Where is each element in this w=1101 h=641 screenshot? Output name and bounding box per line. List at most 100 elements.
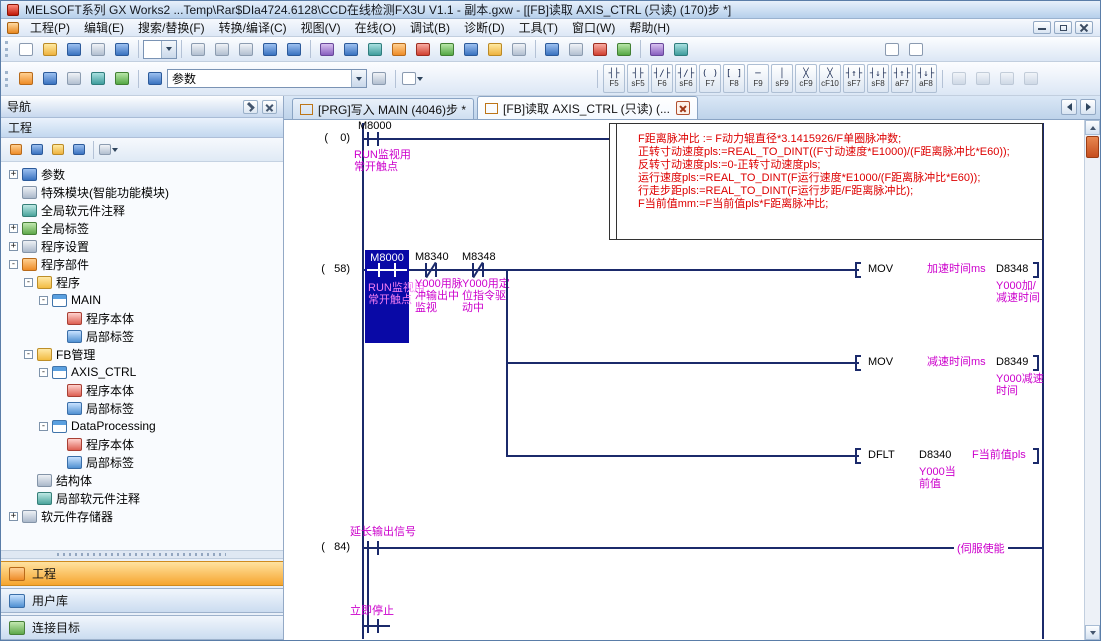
menu-view[interactable]: 视图(V) <box>294 18 348 37</box>
nav-button-user-library[interactable]: 用户库 <box>1 588 283 613</box>
statement-display-icon[interactable] <box>87 69 109 89</box>
contact-m8340[interactable] <box>424 263 438 277</box>
combo-arrow-icon[interactable] <box>351 70 366 87</box>
tree-item-dp-body[interactable]: 程序本体 <box>1 435 283 453</box>
save-project-icon[interactable] <box>63 39 85 59</box>
find-icon[interactable] <box>144 69 166 89</box>
project-section-header[interactable]: 工程 <box>1 118 283 138</box>
tree-item-axis-body[interactable]: 程序本体 <box>1 381 283 399</box>
filter-icon[interactable] <box>99 141 118 159</box>
rebuild-all-icon[interactable] <box>670 39 692 59</box>
tree-item-dp-label[interactable]: 局部标签 <box>1 453 283 471</box>
print-icon[interactable] <box>87 39 109 59</box>
menu-help[interactable]: 帮助(H) <box>622 18 677 37</box>
toolbar-grip[interactable] <box>5 41 9 57</box>
remote-operation-icon[interactable] <box>412 39 434 59</box>
search-next-icon[interactable] <box>368 69 390 89</box>
close-branch-key[interactable]: ┤/├sF6 <box>675 64 697 93</box>
cascade-windows-icon[interactable] <box>881 39 903 59</box>
cut-icon[interactable] <box>187 39 209 59</box>
instruction-dflt[interactable]: DFLT <box>868 449 895 461</box>
expander-icon[interactable]: + <box>9 224 18 233</box>
delete-hline-key[interactable]: ╳cF9 <box>795 64 817 93</box>
nav-button-project[interactable]: 工程 <box>1 561 283 586</box>
menu-window[interactable]: 窗口(W) <box>565 18 622 37</box>
comment-display-icon[interactable] <box>63 69 85 89</box>
tree-item-special-module[interactable]: 特殊模块(智能功能模块) <box>1 183 283 201</box>
rising-pulse-key[interactable]: ┤↑├sF7 <box>843 64 865 93</box>
nav-button-connection[interactable]: 连接目标 <box>1 615 283 640</box>
tree-item-program-setting[interactable]: +程序设置 <box>1 237 283 255</box>
undo-icon[interactable] <box>259 39 281 59</box>
verify-with-plc-icon[interactable] <box>388 39 410 59</box>
watch-window-icon[interactable] <box>565 39 587 59</box>
open-branch-key[interactable]: ┤├sF5 <box>627 64 649 93</box>
falling-pulse-key[interactable]: ┤↓├sF8 <box>867 64 889 93</box>
close-panel-icon[interactable] <box>262 100 277 114</box>
horizontal-line-key[interactable]: ─F9 <box>747 64 769 93</box>
zoom-select-icon[interactable] <box>401 69 423 89</box>
tree-item-main-body[interactable]: 程序本体 <box>1 309 283 327</box>
menu-compile[interactable]: 转换/编译(C) <box>212 18 294 37</box>
sort-icon[interactable] <box>27 141 46 159</box>
program-check-icon[interactable] <box>613 39 635 59</box>
tree-item-main[interactable]: -MAIN <box>1 291 283 309</box>
menu-online[interactable]: 在线(O) <box>348 18 403 37</box>
scroll-up-icon[interactable] <box>1085 120 1100 135</box>
contact-stop[interactable] <box>366 619 380 633</box>
expander-icon[interactable]: - <box>39 422 48 431</box>
device-search-combo[interactable]: 参数 <box>167 69 367 88</box>
open-contact-key[interactable]: ┤├F5 <box>603 64 625 93</box>
tree-item-main-label[interactable]: 局部标签 <box>1 327 283 345</box>
note-display-icon[interactable] <box>111 69 133 89</box>
tree-item-axis-label[interactable]: 局部标签 <box>1 399 283 417</box>
inline-st-box[interactable]: F距离脉冲比 := F动力辊直径*3.1415926/F单圈脉冲数; 正转寸动速… <box>609 123 1043 240</box>
contact-m8348[interactable] <box>471 263 485 277</box>
tree-item-axis-ctrl[interactable]: -AXIS_CTRL <box>1 363 283 381</box>
toolbar-grip[interactable] <box>5 71 9 87</box>
expander-icon[interactable]: - <box>39 296 48 305</box>
menu-project[interactable]: 工程(P) <box>23 18 77 37</box>
instruction-mov2[interactable]: MOV <box>868 356 893 368</box>
list-view-icon[interactable] <box>39 69 61 89</box>
help-icon[interactable] <box>111 39 133 59</box>
start-monitor-icon[interactable] <box>484 39 506 59</box>
copy-icon[interactable] <box>211 39 233 59</box>
read-from-plc-icon[interactable] <box>364 39 386 59</box>
rising-pulse-branch-key[interactable]: ┤↑├aF7 <box>891 64 913 93</box>
menu-edit[interactable]: 编辑(E) <box>77 18 131 37</box>
edit-mode-icon[interactable] <box>948 69 970 89</box>
paste-icon[interactable] <box>235 39 257 59</box>
write-to-plc-icon[interactable] <box>340 39 362 59</box>
mdi-restore-button[interactable] <box>1054 21 1072 34</box>
new-project-icon[interactable] <box>15 39 37 59</box>
build-icon[interactable] <box>646 39 668 59</box>
delete-vline-key[interactable]: ╳cF10 <box>819 64 841 93</box>
monitor-mode-icon[interactable] <box>436 39 458 59</box>
mdi-close-button[interactable] <box>1075 21 1093 34</box>
selected-cell-m8000[interactable]: M8000 RUN监视用 常开触点 <box>365 250 409 343</box>
tree-item-fb-folder[interactable]: -FB管理 <box>1 345 283 363</box>
sampling-trace-icon[interactable] <box>589 39 611 59</box>
expander-icon[interactable]: - <box>24 350 33 359</box>
panel-splitter[interactable] <box>1 550 283 559</box>
vertical-line-key[interactable]: │sF9 <box>771 64 793 93</box>
vertical-scrollbar[interactable] <box>1084 120 1100 640</box>
contact-m8000[interactable] <box>366 132 380 146</box>
stop-monitor-icon[interactable] <box>508 39 530 59</box>
mdi-minimize-button[interactable] <box>1033 21 1051 34</box>
tree-item-local-comment[interactable]: 局部软元件注释 <box>1 489 283 507</box>
open-project-icon[interactable] <box>39 39 61 59</box>
monitor-edit-icon[interactable] <box>1020 69 1042 89</box>
coil-key[interactable]: ( )F7 <box>699 64 721 93</box>
transfer-setup-icon[interactable] <box>316 39 338 59</box>
all-folders-icon[interactable] <box>48 141 67 159</box>
combo-arrow-icon[interactable] <box>161 41 176 58</box>
expander-icon[interactable]: + <box>9 512 18 521</box>
pin-icon[interactable] <box>243 100 258 114</box>
expander-icon[interactable]: - <box>39 368 48 377</box>
tree-item-global-label[interactable]: +全局标签 <box>1 219 283 237</box>
expander-icon[interactable]: - <box>9 260 18 269</box>
redo-icon[interactable] <box>283 39 305 59</box>
read-mode-icon[interactable] <box>972 69 994 89</box>
